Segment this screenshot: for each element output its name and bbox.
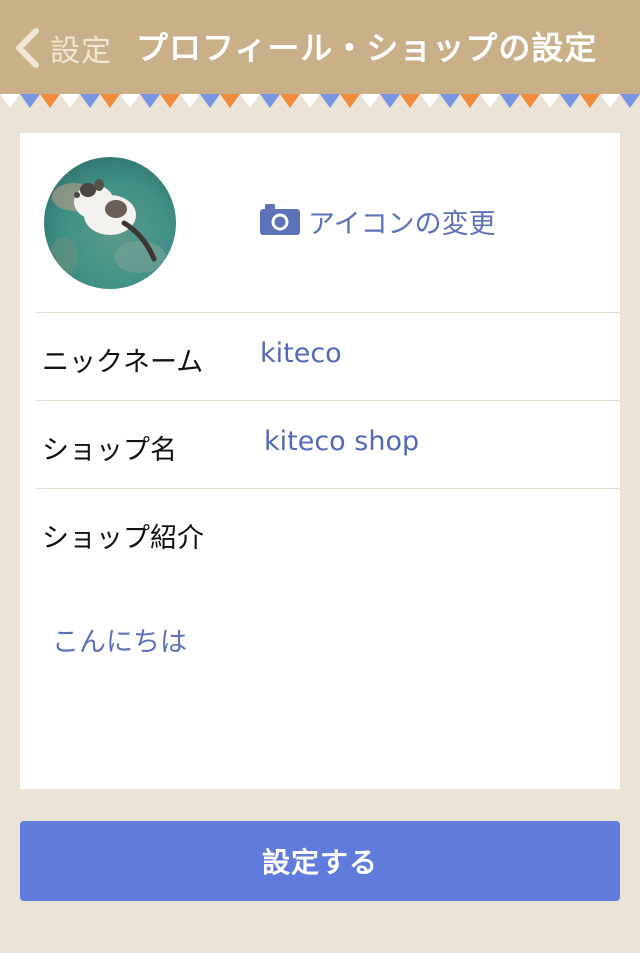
shop-name-field[interactable]	[264, 426, 600, 457]
change-icon-button[interactable]: アイコンの変更	[260, 201, 496, 241]
bunting-flag	[180, 94, 200, 108]
nickname-field[interactable]	[260, 338, 600, 369]
shop-intro-textarea[interactable]: こんにちは	[52, 620, 187, 659]
bunting-flag	[300, 94, 320, 108]
bunting-flag	[380, 94, 400, 108]
bunting-flag	[420, 94, 440, 108]
bunting-flag	[320, 94, 340, 108]
bunting-flag	[540, 94, 560, 108]
camera-icon	[260, 203, 300, 239]
bunting-flag	[560, 94, 580, 108]
bunting-flag	[280, 94, 300, 108]
bunting-decoration	[0, 94, 640, 108]
bunting-flag	[0, 94, 20, 108]
profile-form-card: アイコンの変更 ニックネーム ショップ名 ショップ紹介 こんにちは	[20, 133, 620, 789]
bunting-flag	[120, 94, 140, 108]
avatar[interactable]	[44, 157, 176, 289]
bunting-flag	[160, 94, 180, 108]
navigation-bar: 設定 プロフィール・ショップの設定	[0, 0, 640, 94]
nickname-label: ニックネーム	[42, 347, 204, 378]
back-button-label: 設定	[50, 34, 112, 69]
bunting-flag	[520, 94, 540, 108]
change-icon-label: アイコンの変更	[308, 208, 496, 240]
bunting-flag	[620, 94, 640, 108]
submit-settings-button[interactable]: 設定する	[20, 821, 620, 901]
bunting-flag	[600, 94, 620, 108]
bunting-flag	[440, 94, 460, 108]
bunting-flag	[340, 94, 360, 108]
shop-name-label: ショップ名	[42, 435, 177, 466]
bunting-flag	[260, 94, 280, 108]
bunting-flag	[100, 94, 120, 108]
bunting-flag	[480, 94, 500, 108]
divider	[36, 312, 620, 313]
bunting-flag	[400, 94, 420, 108]
bunting-flag	[80, 94, 100, 108]
page-title: プロフィール・ショップの設定	[136, 29, 598, 67]
bunting-flag	[40, 94, 60, 108]
chevron-left-icon	[14, 28, 40, 68]
bunting-flag	[460, 94, 480, 108]
bunting-flag	[500, 94, 520, 108]
bunting-flag	[200, 94, 220, 108]
bunting-flag	[580, 94, 600, 108]
bunting-flag	[220, 94, 240, 108]
divider	[36, 488, 620, 489]
cat-photo-avatar-icon	[44, 157, 176, 289]
bunting-flag	[360, 94, 380, 108]
divider	[36, 400, 620, 401]
back-button[interactable]: 設定	[14, 26, 112, 70]
shop-intro-label: ショップ紹介	[42, 523, 204, 554]
bunting-flag	[240, 94, 260, 108]
bunting-flag	[60, 94, 80, 108]
bunting-flag	[140, 94, 160, 108]
bunting-flag	[20, 94, 40, 108]
